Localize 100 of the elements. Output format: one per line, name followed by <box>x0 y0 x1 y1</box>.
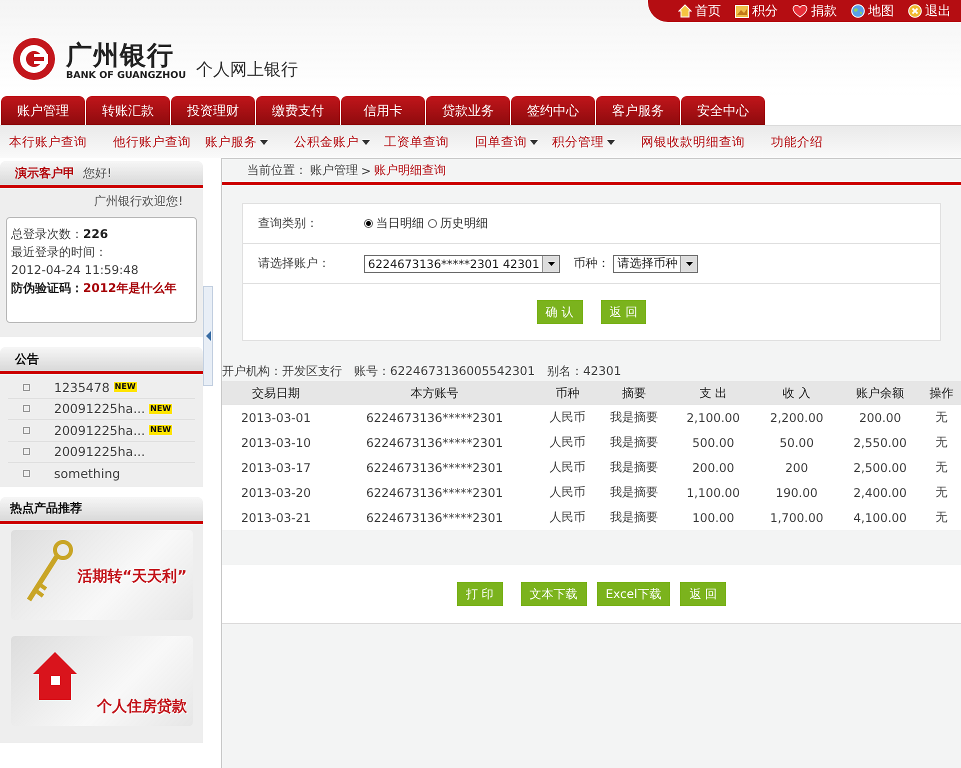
main-nav-tab[interactable]: 客户服务 <box>596 96 680 125</box>
notice-item[interactable]: 20091225ha... NEW <box>8 420 195 442</box>
table-cell: 2013-03-20 <box>222 480 330 505</box>
bullet-icon <box>23 448 30 456</box>
account-info-text: 别名：42301 <box>547 362 622 380</box>
field-label: 请选择账户： <box>258 255 331 272</box>
last-login-label: 最近登录的时间： <box>11 244 108 261</box>
caret-icon <box>548 262 555 266</box>
caret-icon <box>530 140 538 144</box>
main-nav-tab[interactable]: 信用卡 <box>341 96 425 125</box>
table-cell: 4,100.00 <box>838 505 922 530</box>
main-nav-tab[interactable]: 签约中心 <box>511 96 595 125</box>
notice-item[interactable]: 20091225ha... NEW <box>8 398 195 420</box>
main-nav-tab[interactable]: 安全中心 <box>681 96 765 125</box>
last-login-time: 2012-04-24 11:59:48 <box>11 262 140 279</box>
account-select[interactable]: 6224673136*****2301 42301 <box>364 254 560 272</box>
radio-button[interactable] <box>428 219 437 228</box>
greeting: 您好! <box>83 164 112 182</box>
table-cell: 无 <box>922 505 961 530</box>
main-nav-tab[interactable]: 贷款业务 <box>426 96 510 125</box>
new-badge: NEW <box>114 382 137 392</box>
table-cell: 无 <box>922 405 961 430</box>
sub-nav-link[interactable]: 积分管理 <box>552 134 615 150</box>
new-badge: NEW <box>149 404 172 414</box>
table-cell: 2013-03-17 <box>222 455 330 480</box>
table-cell: 6224673136*****2301 <box>330 405 540 430</box>
sub-nav-link[interactable]: 他行账户查询 <box>113 134 191 150</box>
panel-title: 公告 <box>15 350 39 368</box>
table-cell: 6224673136*****2301 <box>330 505 540 530</box>
column-header: 本方账号 <box>330 381 540 405</box>
table-cell: 人民币 <box>539 430 596 455</box>
table-cell: 无 <box>922 480 961 505</box>
sub-nav-link[interactable]: 本行账户查询 <box>9 134 87 150</box>
account-info-text: 开户机构：开发区支行 <box>222 362 342 380</box>
table-cell: 190.00 <box>754 480 838 505</box>
bullet-icon <box>23 426 30 434</box>
caret-icon <box>686 262 693 266</box>
globe-icon <box>851 4 865 18</box>
column-header: 收 入 <box>754 381 838 405</box>
notice-item[interactable]: 1235478 NEW <box>8 377 195 398</box>
home-icon <box>678 4 692 18</box>
field-label: 币种： <box>573 255 610 272</box>
table-cell: 6224673136*****2301 <box>330 480 540 505</box>
login-count-text: 总登录次数：226 <box>11 226 110 243</box>
table-cell: 200.00 <box>672 455 755 480</box>
column-header: 操作 <box>922 381 961 405</box>
top-link[interactable]: 地图 <box>851 2 894 20</box>
notice-text: 20091225ha... <box>54 444 146 460</box>
bullet-icon <box>23 405 30 412</box>
currency-select[interactable]: 请选择币种 <box>613 254 698 272</box>
new-badge: NEW <box>149 425 172 436</box>
main-nav-tab[interactable]: 投资理财 <box>171 96 255 125</box>
caret-icon <box>607 140 615 144</box>
table-cell: 人民币 <box>539 455 596 480</box>
breadcrumb-label: 当前位置： <box>247 162 307 179</box>
notice-text: 1235478 <box>54 380 110 395</box>
notice-item[interactable]: something <box>8 463 195 484</box>
notice-item[interactable]: 20091225ha... <box>8 442 195 463</box>
sub-nav-link[interactable]: 工资单查询 <box>384 134 449 150</box>
sub-nav-link[interactable]: 网银收款明细查询 <box>641 134 745 150</box>
collapse-handle[interactable] <box>203 286 213 386</box>
top-link[interactable]: 捐款 <box>792 2 837 20</box>
top-link[interactable]: 首页 <box>678 2 721 20</box>
main-nav-tab[interactable]: 转账汇款 <box>86 96 170 125</box>
table-cell: 2,400.00 <box>838 480 922 505</box>
table-cell: 2013-03-01 <box>222 405 330 430</box>
product-banner[interactable]: 活期转“天天利” <box>11 530 193 620</box>
breadcrumb-current: 账户明细查询 <box>374 162 446 179</box>
sub-nav-link[interactable]: 功能介绍 <box>771 134 823 150</box>
table-cell: 200 <box>754 455 838 480</box>
notice-text: something <box>54 466 120 481</box>
column-header: 摘要 <box>596 381 672 405</box>
table-cell: 无 <box>922 455 961 480</box>
top-link[interactable]: 积分 <box>735 2 778 20</box>
bank-name: 广州银行 <box>66 42 175 70</box>
product-banner[interactable]: 个人住房贷款 <box>11 636 193 726</box>
column-header: 交易日期 <box>222 381 330 405</box>
radio-option[interactable]: 历史明细 <box>428 215 488 232</box>
notice-text: 20091225ha... <box>54 401 146 416</box>
breadcrumb-link[interactable]: 账户管理 <box>310 162 358 179</box>
table-cell: 我是摘要 <box>596 480 672 505</box>
sub-nav-link[interactable]: 回单查询 <box>475 134 538 150</box>
welcome-text: 广州银行欢迎您! <box>93 193 184 210</box>
column-header: 账户余额 <box>838 381 922 405</box>
sub-nav-link[interactable]: 账户服务 <box>205 134 268 150</box>
main-nav-tab[interactable]: 缴费支付 <box>256 96 340 125</box>
exit-icon <box>908 4 922 18</box>
security-code-text: 防伪验证码：2012年是什么年 <box>11 280 178 297</box>
customer-name: 演示客户甲 <box>15 164 75 182</box>
breadcrumb-separator: > <box>361 164 372 178</box>
table-cell: 我是摘要 <box>596 405 672 430</box>
radio-option[interactable]: 当日明细 <box>364 215 424 232</box>
caret-icon <box>362 140 370 144</box>
table-cell: 2013-03-21 <box>222 505 330 530</box>
radio-button[interactable] <box>364 219 373 228</box>
column-header: 币种 <box>539 381 596 405</box>
main-nav-tab[interactable]: 账户管理 <box>1 96 85 125</box>
top-link[interactable]: 退出 <box>908 2 951 20</box>
sub-nav-link[interactable]: 公积金账户 <box>294 134 370 150</box>
table-cell: 1,100.00 <box>672 480 755 505</box>
